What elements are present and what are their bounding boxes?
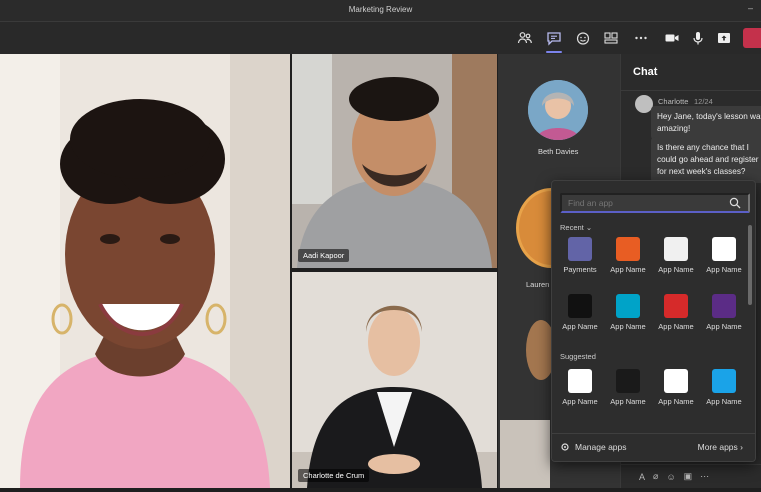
- share-tray-icon[interactable]: [600, 27, 622, 49]
- app-name: App Name: [562, 397, 598, 406]
- participant-video-woman-2: [292, 272, 497, 488]
- app-tile[interactable]: App Name: [556, 369, 604, 406]
- apps-flyout-footer: Manage apps More apps ›: [552, 433, 755, 461]
- manage-apps-button[interactable]: Manage apps: [560, 442, 627, 452]
- video-tile-charlotte: Charlotte de Crum: [292, 272, 497, 488]
- app-name: App Name: [658, 397, 694, 406]
- window-title: Marketing Review: [348, 5, 413, 14]
- fk-app-icon: [568, 369, 592, 393]
- app-name: App Name: [658, 265, 694, 274]
- participant-name-tag: Aadi Kapoor: [298, 249, 350, 262]
- mic-icon[interactable]: [687, 27, 709, 49]
- chat-composer-toolbar: A ⌀ ☺ ▣ ⋯: [621, 464, 761, 488]
- search-icon[interactable]: [729, 197, 741, 209]
- recent-section-label[interactable]: Recent ⌄: [560, 223, 592, 232]
- app-tile[interactable]: App Name: [652, 369, 700, 406]
- via-app-icon: [568, 294, 592, 318]
- video-tile-aadi: Aadi Kapoor: [292, 54, 497, 268]
- participant-video-man: [292, 54, 497, 268]
- blue-square-app-icon: [712, 369, 736, 393]
- suggested-section-label: Suggested: [560, 352, 596, 361]
- share-icon[interactable]: [713, 27, 735, 49]
- minimize-icon[interactable]: –: [748, 3, 753, 13]
- chat-message: Is there any chance that I could go ahea…: [651, 137, 761, 183]
- chevron-right-icon: ›: [740, 442, 743, 452]
- purple-stripes-app-icon: [712, 294, 736, 318]
- divider: [621, 90, 761, 91]
- app-tile[interactable]: App Name: [556, 294, 604, 331]
- app-tile[interactable]: Payments: [556, 237, 604, 274]
- video-tile-main: [0, 54, 290, 488]
- app-tile[interactable]: App Name: [604, 237, 652, 274]
- app-name: App Name: [610, 322, 646, 331]
- attach-icon[interactable]: ⌀: [653, 471, 658, 482]
- roster-name: Lauren: [526, 280, 550, 289]
- chat-message: Hey Jane, today's lesson was amazing!: [651, 106, 761, 140]
- meeting-toolbar: [0, 22, 761, 54]
- green-door-app-icon: [664, 237, 688, 261]
- gear-icon: [561, 443, 569, 451]
- people-icon[interactable]: [514, 27, 536, 49]
- app-tile[interactable]: App Name: [700, 237, 748, 274]
- app-name: App Name: [610, 397, 646, 406]
- chevron-down-icon: ⌄: [585, 223, 593, 232]
- gif-icon[interactable]: ▣: [684, 471, 693, 482]
- rr-app-icon: [616, 369, 640, 393]
- flag-app-icon: [664, 369, 688, 393]
- app-tile[interactable]: App Name: [604, 369, 652, 406]
- participant-video-woman: [0, 54, 290, 488]
- emoji-icon[interactable]: ☺: [666, 472, 675, 482]
- more-icon[interactable]: ⋯: [700, 471, 709, 482]
- chat-heading: Chat: [633, 66, 658, 78]
- app-search-input[interactable]: [560, 193, 750, 213]
- more-icon[interactable]: [630, 27, 652, 49]
- orange-app-icon: [616, 237, 640, 261]
- app-name: App Name: [658, 322, 694, 331]
- app-tile[interactable]: App Name: [700, 294, 748, 331]
- leave-button[interactable]: [743, 28, 761, 48]
- participant-name-tag: Charlotte de Crum: [298, 469, 370, 482]
- camera-icon[interactable]: [661, 27, 683, 49]
- roster-name: Beth Davies: [538, 147, 579, 156]
- payments-app-icon: [568, 237, 592, 261]
- app-name: App Name: [706, 265, 742, 274]
- message-sender: Charlotte: [658, 97, 689, 106]
- teal-snowflake-app-icon: [616, 294, 640, 318]
- app-name: App Name: [610, 265, 646, 274]
- app-name: Payments: [563, 265, 597, 274]
- app-name: App Name: [706, 322, 742, 331]
- red-m-app-icon: [664, 294, 688, 318]
- apps-flyout: Recent ⌄ Payments App Name App Name App Nam…: [551, 180, 756, 462]
- self-view-video: [500, 420, 550, 488]
- title-bar: Marketing Review –: [0, 0, 761, 22]
- app-tile[interactable]: App Name: [700, 369, 748, 406]
- app-tile[interactable]: App Name: [604, 294, 652, 331]
- avatar[interactable]: [528, 80, 588, 140]
- app-tile[interactable]: App Name: [652, 294, 700, 331]
- more-apps-link[interactable]: More apps ›: [698, 442, 743, 452]
- format-icon[interactable]: A: [639, 472, 645, 482]
- app-name: App Name: [562, 322, 598, 331]
- chat-icon[interactable]: [543, 27, 565, 53]
- scrollbar[interactable]: [748, 225, 752, 305]
- message-time: 12/24: [694, 97, 713, 106]
- yellow-bubble-app-icon: [712, 237, 736, 261]
- app-name: App Name: [706, 397, 742, 406]
- reactions-icon[interactable]: [572, 27, 594, 49]
- app-tile[interactable]: App Name: [652, 237, 700, 274]
